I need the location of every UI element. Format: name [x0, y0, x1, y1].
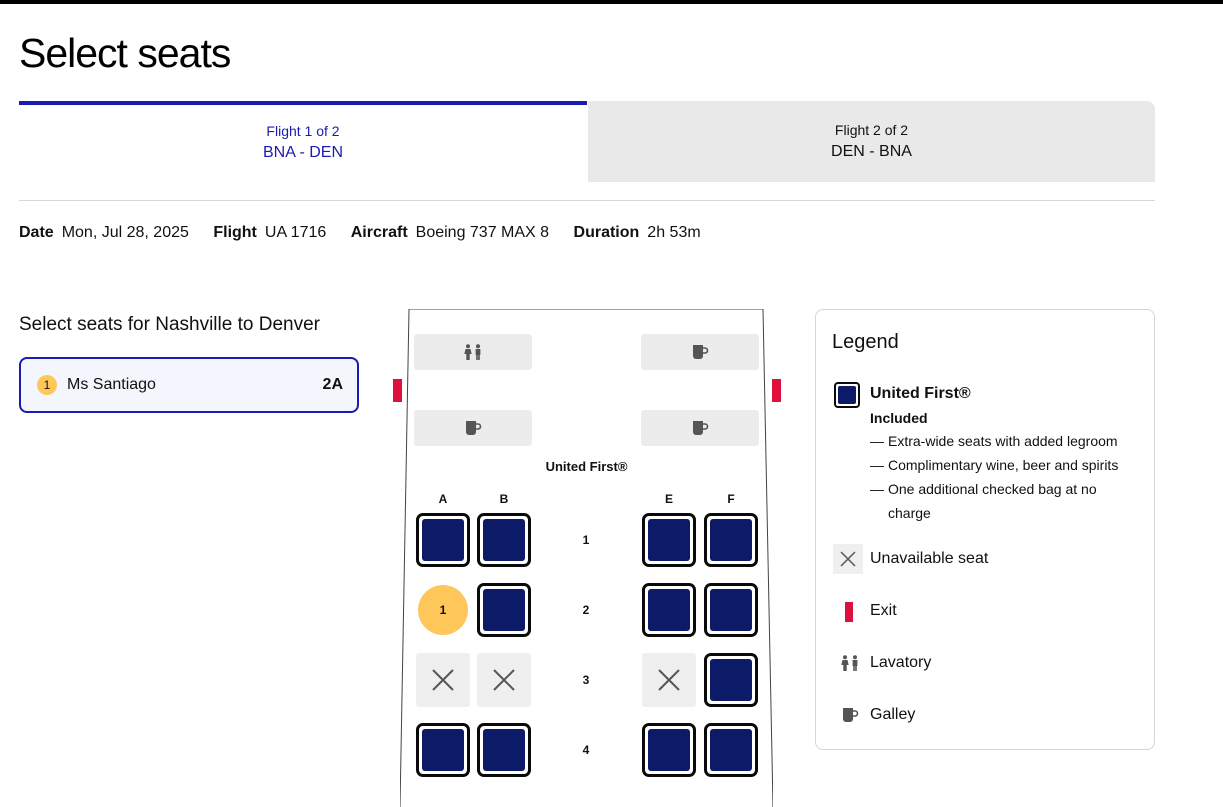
- column-letter-f: F: [727, 492, 735, 506]
- row-number-4: 4: [582, 743, 590, 757]
- date-label: Date: [19, 224, 54, 241]
- legend-title: Legend: [832, 331, 899, 353]
- galley-icon: [641, 410, 759, 446]
- seat-1b[interactable]: [477, 513, 531, 567]
- legend-panel: Legend United First® Included — Extra-wid…: [815, 309, 1155, 750]
- tab-flight-2-route: DEN - BNA: [831, 143, 912, 160]
- close-icon: [658, 669, 680, 691]
- legend-bullet: — Extra-wide seats with added legroom: [870, 433, 1118, 449]
- galley-icon: [641, 334, 759, 370]
- lavatory-icon: [414, 334, 532, 370]
- seat-3f[interactable]: [704, 653, 758, 707]
- date-value: Mon, Jul 28, 2025: [61, 224, 189, 241]
- row-number-1: 1: [582, 533, 590, 547]
- column-letter-b: B: [499, 492, 509, 506]
- legend-bullet: — One additional checked bag at no: [870, 481, 1097, 497]
- flight-info: Date Mon, Jul 28, 2025 Flight UA 1716 Airc…: [19, 224, 721, 242]
- tab-flight-2-count: Flight 2 of 2: [834, 122, 909, 138]
- exit-left: [393, 379, 402, 402]
- legend-bullet-continued: charge: [888, 505, 931, 521]
- seat-2a-selected[interactable]: 1: [418, 585, 468, 635]
- close-icon: [432, 669, 454, 691]
- seat-3a-unavailable: [416, 653, 470, 707]
- exit-right: [772, 379, 781, 402]
- galley-icon: [414, 410, 532, 446]
- column-letter-a: A: [438, 492, 448, 506]
- seat-3e-unavailable: [642, 653, 696, 707]
- passenger-name: Ms Santiago: [67, 376, 156, 393]
- galley-icon: [840, 705, 860, 725]
- passenger-section-title: Select seats for Nashville to Denver: [19, 314, 320, 335]
- seat-4b[interactable]: [477, 723, 531, 777]
- row-number-3: 3: [582, 673, 590, 687]
- legend-seat-icon: [834, 382, 860, 408]
- legend-galley-label: Galley: [870, 706, 916, 723]
- seat-3b-unavailable: [477, 653, 531, 707]
- legend-exit-label: Exit: [870, 602, 897, 619]
- duration-value: 2h 53m: [647, 224, 701, 241]
- close-icon: [493, 669, 515, 691]
- seat-2e[interactable]: [642, 583, 696, 637]
- tab-flight-1[interactable]: Flight 1 of 2 BNA - DEN: [19, 101, 587, 182]
- legend-bullet: — Complimentary wine, beer and spirits: [870, 457, 1119, 473]
- flight-label: Flight: [213, 224, 257, 241]
- top-bar: [0, 0, 1223, 4]
- legend-cabin-name: United First®: [870, 385, 971, 402]
- cabin-label: United First®: [545, 459, 628, 474]
- page-title: Select seats: [19, 30, 231, 76]
- column-letter-e: E: [664, 492, 673, 506]
- passenger-seat: 2A: [322, 376, 343, 393]
- seat-4a[interactable]: [416, 723, 470, 777]
- aircraft-label: Aircraft: [350, 224, 408, 241]
- seat-4f[interactable]: [704, 723, 758, 777]
- unavailable-seat-icon: [833, 544, 863, 574]
- passenger-number-badge: 1: [37, 375, 57, 395]
- passenger-card[interactable]: 1 Ms Santiago 2A: [19, 357, 359, 413]
- flight-value: UA 1716: [264, 224, 327, 241]
- legend-lavatory-label: Lavatory: [870, 654, 932, 671]
- seat-1a[interactable]: [416, 513, 470, 567]
- seat-2f[interactable]: [704, 583, 758, 637]
- exit-icon: [845, 602, 853, 622]
- legend-unavailable-label: Unavailable seat: [870, 550, 989, 567]
- duration-label: Duration: [573, 224, 640, 241]
- legend-cabin-included: Included: [870, 410, 928, 426]
- row-number-2: 2: [582, 603, 590, 617]
- seat-1e[interactable]: [642, 513, 696, 567]
- tab-flight-2[interactable]: Flight 2 of 2 DEN - BNA: [588, 101, 1155, 182]
- seat-1f[interactable]: [704, 513, 758, 567]
- seat-2b[interactable]: [477, 583, 531, 637]
- divider: [19, 200, 1155, 201]
- tab-flight-1-route: BNA - DEN: [262, 144, 343, 161]
- lavatory-icon: [840, 653, 860, 673]
- seat-map: United First® A B E F 1 2 3 4 1: [393, 309, 781, 807]
- seat-4e[interactable]: [642, 723, 696, 777]
- tab-flight-1-count: Flight 1 of 2: [266, 123, 340, 139]
- aircraft-value: Boeing 737 MAX 8: [415, 224, 550, 241]
